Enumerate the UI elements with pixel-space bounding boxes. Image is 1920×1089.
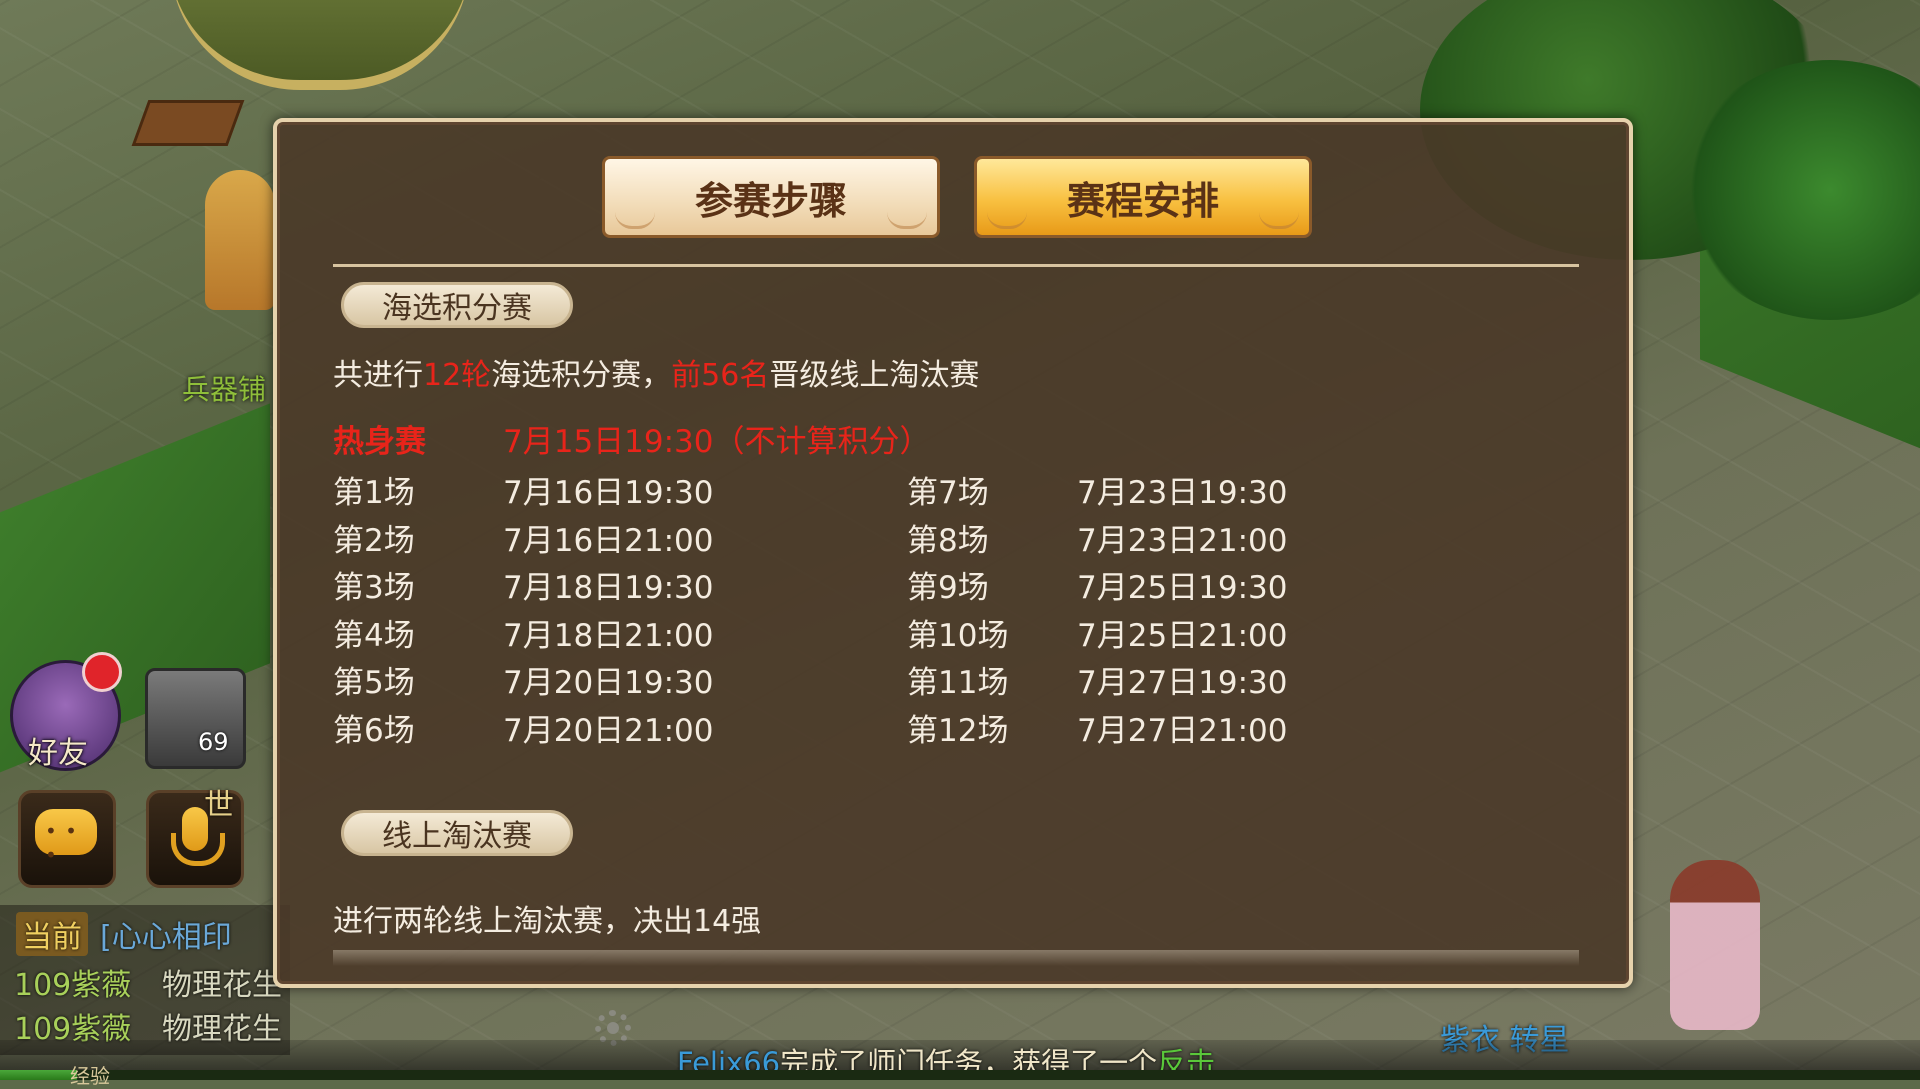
match-round-label: 第7场 [907, 475, 989, 511]
weapon-shop-label[interactable]: 兵器铺 [182, 368, 266, 408]
warmup-label: 热身赛 [333, 424, 426, 460]
divider [333, 264, 1579, 267]
exp-label: 经验 [70, 1064, 110, 1088]
cloud-swirl-icon [1259, 212, 1299, 229]
match-time: 7月27日19:30 [1077, 665, 1288, 701]
match-round-label: 第2场 [333, 523, 415, 559]
chat-message: 物理花生 [162, 968, 282, 1003]
top-rank-highlight: 前56名 [671, 358, 770, 393]
tab-label: 参赛步骤 [694, 178, 847, 223]
pet-level: 69 [198, 728, 229, 756]
desc-text: 晋级线上淘汰赛 [769, 358, 980, 393]
player-character[interactable] [1670, 860, 1760, 1030]
schedule-dialog: 参赛步骤 赛程安排 海选积分赛 共进行12轮海选积分赛，前56名晋级线上淘汰赛 … [273, 118, 1633, 988]
warmup-time: 7月15日19:30（不计算积分） [503, 424, 931, 460]
cloud-swirl-icon [987, 212, 1027, 229]
chat-channel-text: [心心相印 [100, 920, 232, 955]
scroll-fade [333, 950, 1579, 966]
tab-schedule[interactable]: 赛程安排 [974, 156, 1312, 238]
cloud-swirl-icon [887, 212, 927, 229]
match-round-label: 第6场 [333, 713, 415, 749]
knockout-description: 进行两轮线上淘汰赛，决出14强 [333, 904, 762, 939]
chat-bubble-icon [35, 809, 97, 867]
match-time: 7月25日21:00 [1077, 618, 1288, 654]
wooden-bench [131, 100, 245, 146]
tab-label: 赛程安排 [1066, 178, 1219, 223]
match-round-label: 第3场 [333, 570, 415, 606]
chat-button[interactable] [18, 790, 116, 888]
match-time: 7月18日21:00 [503, 618, 714, 654]
cloud-swirl-icon [615, 212, 655, 229]
match-time: 7月20日21:00 [503, 713, 714, 749]
market-umbrella [170, 0, 470, 90]
chat-tab-current[interactable]: 当前 [16, 912, 88, 956]
match-time: 7月18日19:30 [503, 570, 714, 606]
match-round-label: 第10场 [907, 618, 1009, 654]
chat-username[interactable]: 109紫薇 [14, 960, 131, 1004]
desc-text: 共进行 [333, 358, 423, 393]
match-round-label: 第1场 [333, 475, 415, 511]
section-title-knockout: 线上淘汰赛 [341, 810, 573, 856]
rounds-highlight: 12轮 [423, 358, 492, 393]
desc-text: 海选积分赛， [491, 358, 672, 393]
microphone-stand-icon [171, 833, 225, 866]
match-round-label: 第9场 [907, 570, 989, 606]
match-time: 7月27日21:00 [1077, 713, 1288, 749]
match-round-label: 第11场 [907, 665, 1009, 701]
exp-bar-fill [0, 1070, 77, 1080]
match-round-label: 第8场 [907, 523, 989, 559]
notification-dot [82, 652, 122, 692]
match-round-label: 第4场 [333, 618, 415, 654]
match-time: 7月23日19:30 [1077, 475, 1288, 511]
qualifier-description: 共进行12轮海选积分赛，前56名晋级线上淘汰赛 [333, 350, 979, 394]
world-channel-tag[interactable]: 世 [204, 780, 234, 824]
exp-bar [0, 1070, 1920, 1080]
section-title-qualifier: 海选积分赛 [341, 282, 573, 328]
friends-label[interactable]: 好友 [28, 728, 88, 772]
match-round-label: 第5场 [333, 665, 415, 701]
match-time: 7月23日21:00 [1077, 523, 1288, 559]
match-round-label: 第12场 [907, 713, 1009, 749]
match-time: 7月25日19:30 [1077, 570, 1288, 606]
match-time: 7月16日19:30 [503, 475, 714, 511]
match-time: 7月20日19:30 [503, 665, 714, 701]
match-time: 7月16日21:00 [503, 523, 714, 559]
merchant-npc[interactable] [205, 170, 275, 310]
tab-entry-steps[interactable]: 参赛步骤 [602, 156, 940, 238]
pet-portrait[interactable] [145, 668, 246, 769]
